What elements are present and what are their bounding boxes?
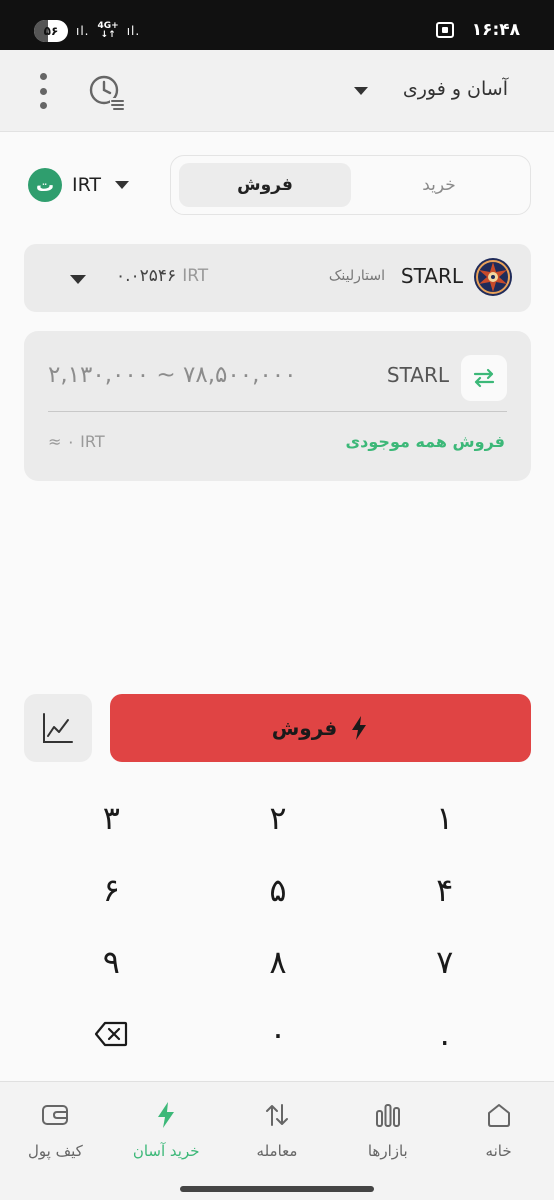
key-0[interactable]: ۰: [195, 998, 362, 1070]
backspace-key[interactable]: [28, 998, 195, 1070]
starl-logo-icon: [474, 258, 512, 296]
nav-easy-buy[interactable]: خرید آسان: [111, 1082, 222, 1200]
network-type: 4G+ ↓↑: [97, 21, 119, 40]
nav-label: بازارها: [367, 1142, 408, 1160]
nav-home[interactable]: خانه: [443, 1082, 554, 1200]
trade-icon: [265, 1104, 288, 1126]
key-decimal[interactable]: .: [361, 998, 528, 1070]
asset-price: ۰.۰۲۵۴۶ IRT: [116, 266, 208, 286]
signal-icon-2: ıl.: [126, 24, 141, 38]
tab-sell[interactable]: فروش: [179, 163, 351, 207]
nav-label: معامله: [256, 1142, 298, 1160]
sell-all-link[interactable]: فروش همه موجودی: [346, 432, 506, 451]
key-9[interactable]: ۹: [28, 926, 195, 998]
amount-input[interactable]: ۲,۱۳۰,۰۰۰ ~ ۷۸,۵۰۰,۰۰۰: [48, 362, 296, 388]
status-left: ۵۶ ıl. 4G+ ↓↑ ıl.: [34, 20, 140, 42]
key-2[interactable]: ۲: [195, 782, 362, 854]
bottom-nav: کیف پول خرید آسان معامله بازارها خانه: [0, 1081, 554, 1200]
wallet-icon: [42, 1105, 69, 1125]
nav-label: خرید آسان: [132, 1142, 200, 1160]
amount-divider: [48, 411, 507, 412]
nav-markets[interactable]: بازارها: [332, 1082, 443, 1200]
swap-button[interactable]: [461, 355, 507, 401]
key-5[interactable]: ۵: [195, 854, 362, 926]
asset-selector[interactable]: STARL استارلینک ۰.۰۲۵۴۶ IRT: [24, 244, 531, 312]
key-7[interactable]: ۷: [361, 926, 528, 998]
chevron-down-icon: [115, 181, 130, 189]
chart-button[interactable]: [24, 694, 92, 762]
currency-label: IRT: [72, 174, 102, 196]
status-time: ۱۶:۴۸: [471, 20, 520, 40]
key-8[interactable]: ۸: [195, 926, 362, 998]
sell-button-label: فروش: [271, 716, 338, 740]
buy-sell-tabs: فروش خرید: [170, 155, 531, 215]
nav-label: کیف پول: [28, 1142, 83, 1160]
irt-logo-icon: ت: [28, 168, 62, 202]
markets-icon: [375, 1104, 400, 1127]
more-menu-icon[interactable]: [36, 73, 50, 109]
key-4[interactable]: ۴: [361, 854, 528, 926]
app-header: آسان و فوری: [0, 50, 554, 132]
swap-icon: [473, 368, 495, 388]
amount-card: STARL ۲,۱۳۰,۰۰۰ ~ ۷۸,۵۰۰,۰۰۰ فروش همه مو…: [24, 331, 531, 481]
signal-icon: ıl.: [76, 24, 90, 38]
asset-price-value: ۰.۰۲۵۴۶: [116, 266, 177, 286]
nav-label: خانه: [485, 1142, 512, 1160]
screen-record-icon: [435, 22, 454, 38]
asset-name: استارلینک: [328, 268, 385, 284]
nav-wallet[interactable]: کیف پول: [0, 1082, 111, 1200]
key-3[interactable]: ۳: [28, 782, 195, 854]
mode-dropdown-caret[interactable]: [354, 87, 368, 95]
home-indicator[interactable]: [180, 1186, 374, 1192]
status-bar: ۵۶ ıl. 4G+ ↓↑ ıl. ۱۶:۴۸: [0, 0, 554, 50]
backspace-icon: [95, 1021, 128, 1047]
nav-trade[interactable]: معامله: [222, 1082, 333, 1200]
tab-buy[interactable]: خرید: [355, 163, 523, 207]
chart-icon: [43, 713, 73, 743]
bolt-icon: [158, 1102, 175, 1128]
key-1[interactable]: ۱: [361, 782, 528, 854]
sell-button[interactable]: فروش: [110, 694, 531, 762]
key-6[interactable]: ۶: [28, 854, 195, 926]
home-icon: [487, 1104, 510, 1127]
approx-value: ≈ ۰ IRT: [48, 432, 105, 451]
asset-price-currency: IRT: [182, 266, 209, 286]
asset-symbol: STARL: [400, 264, 463, 288]
amount-symbol: STARL: [386, 363, 449, 387]
history-icon[interactable]: [86, 72, 126, 112]
battery-indicator: ۵۶: [34, 20, 68, 42]
numeric-keypad: ۳ ۲ ۱ ۶ ۵ ۴ ۹ ۸ ۷ ۰ .: [28, 782, 528, 1072]
bolt-icon: [352, 716, 367, 740]
currency-selector[interactable]: ت IRT: [28, 168, 130, 202]
chevron-down-icon: [70, 275, 86, 284]
page-title[interactable]: آسان و فوری: [403, 78, 508, 100]
status-right: ۱۶:۴۸: [435, 20, 520, 40]
